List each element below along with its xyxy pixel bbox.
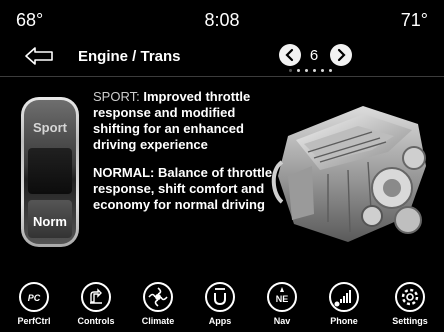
nav-nav[interactable]: NE Nav	[253, 282, 311, 326]
sport-mode-label: SPORT:	[93, 89, 140, 104]
bottom-nav-bar: PC PerfCtrl Controls Climate Apps NE Nav…	[0, 282, 444, 332]
page-dot	[321, 69, 324, 72]
page-indicator	[289, 69, 337, 73]
phone-icon	[329, 282, 359, 312]
nav-label: Controls	[77, 316, 115, 326]
chevron-left-icon	[285, 48, 294, 62]
nav-label: Climate	[141, 316, 175, 326]
page-dot	[329, 69, 332, 72]
page-dot	[305, 69, 308, 72]
nav-controls[interactable]: Controls	[67, 282, 125, 326]
nav-label: PerfCtrl	[17, 316, 51, 326]
engine-illustration	[268, 96, 436, 250]
nav-settings[interactable]: Settings	[381, 282, 439, 326]
normal-mode-button[interactable]: Norm	[24, 214, 76, 229]
normal-mode-label: NORMAL:	[93, 165, 155, 180]
previous-page-button[interactable]	[279, 44, 301, 66]
nav-compass-icon: NE	[267, 282, 297, 312]
normal-description: NORMAL: Balance of throttle response, sh…	[93, 165, 278, 213]
perfctrl-icon: PC	[19, 282, 49, 312]
next-page-button[interactable]	[330, 44, 352, 66]
page-dot	[313, 69, 316, 72]
nav-phone[interactable]: Phone	[315, 282, 373, 326]
page-header: Engine / Trans 6	[0, 40, 444, 72]
sport-mode-button[interactable]: Sport	[24, 120, 76, 135]
nav-label: Apps	[208, 316, 232, 326]
nav-label: Settings	[392, 316, 428, 326]
back-arrow-icon[interactable]	[24, 46, 56, 66]
page-dot	[289, 69, 292, 72]
nav-label: Phone	[330, 316, 358, 326]
nav-perfctrl[interactable]: PC PerfCtrl	[5, 282, 63, 326]
status-bar: 68° 8:08 71°	[0, 0, 444, 38]
chevron-right-icon	[337, 48, 346, 62]
nav-label: Nav	[273, 316, 291, 326]
page-number: 6	[309, 47, 319, 64]
settings-gear-icon	[395, 282, 425, 312]
sport-description: SPORT: Improved throttle response and mo…	[93, 89, 278, 153]
page-title: Engine / Trans	[78, 48, 181, 65]
header-divider	[0, 76, 444, 77]
controls-icon	[81, 282, 111, 312]
switch-divider	[28, 148, 72, 194]
apps-icon	[205, 282, 235, 312]
mode-description: SPORT: Improved throttle response and mo…	[93, 89, 278, 225]
switch-body: Sport Norm	[24, 100, 76, 244]
clock: 8:08	[204, 10, 240, 30]
climate-icon	[143, 282, 173, 312]
svg-text:PC: PC	[28, 293, 41, 303]
nav-apps[interactable]: Apps	[191, 282, 249, 326]
passenger-temperature[interactable]: 71°	[401, 10, 428, 31]
svg-text:NE: NE	[276, 294, 289, 304]
nav-climate[interactable]: Climate	[129, 282, 187, 326]
drive-mode-switch[interactable]: Sport Norm	[21, 97, 79, 247]
page-dot	[297, 69, 300, 72]
